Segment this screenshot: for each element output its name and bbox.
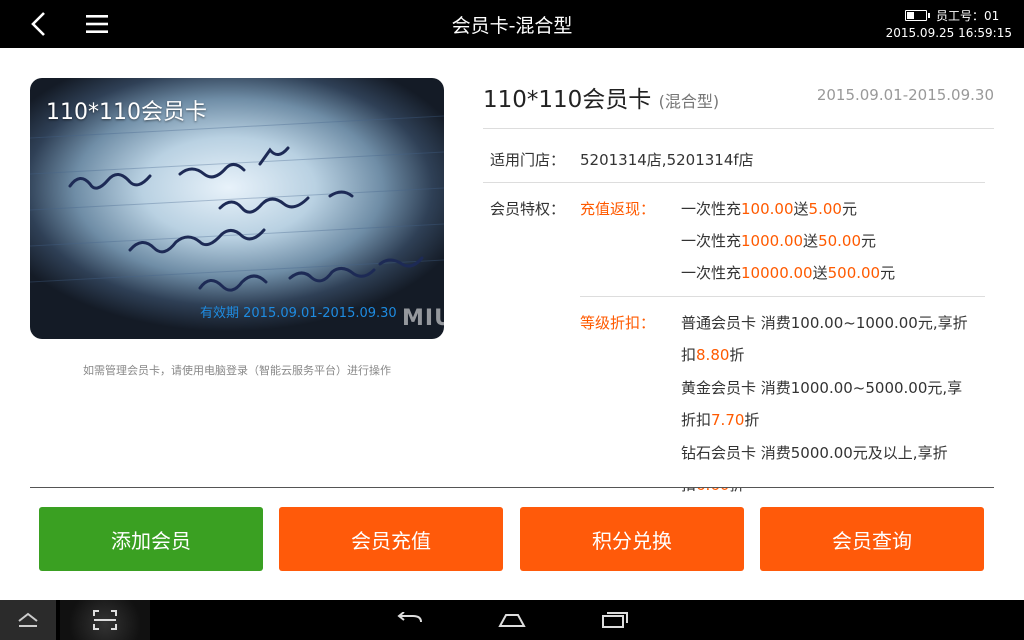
manage-hint: 如需管理会员卡，请使用电脑登录（智能云服务平台）进行操作 (83, 364, 391, 377)
points-exchange-button[interactable]: 积分兑换 (520, 507, 744, 571)
divider-line (483, 182, 985, 183)
system-nav-bar (0, 600, 1024, 640)
divider-line (483, 128, 994, 129)
scan-button[interactable] (60, 600, 150, 640)
discount-label: 等级折扣： (580, 314, 656, 332)
card-validity-overlay: 有效期 2015.09.01-2015.09.30 (200, 306, 397, 321)
nav-home-icon (498, 614, 526, 627)
member-card-image: 110*110会员卡 有效期 2015.09.01-2015.09.30 MIU… (30, 78, 444, 339)
discount-rule-line: 普通会员卡 消费100.00~1000.00元,享折 (681, 314, 968, 332)
discount-rule-line: 折扣7.70折 (681, 411, 760, 429)
discount-rule-line: 钻石会员卡 消费5000.00元及以上,享折 (681, 444, 948, 462)
nav-recent-button[interactable] (590, 600, 640, 640)
stores-label: 适用门店： (490, 151, 566, 169)
card-watermark: MIUI (402, 306, 444, 331)
privileges-label: 会员特权： (490, 200, 566, 218)
recharge-label: 充值返现： (580, 200, 656, 218)
battery-icon (905, 10, 930, 21)
nav-back-button[interactable] (385, 600, 435, 640)
card-period: 2015.09.01-2015.09.30 (816, 86, 994, 104)
nav-back-icon (397, 612, 422, 623)
hide-nav-button[interactable] (0, 600, 56, 640)
scan-icon (93, 610, 117, 630)
stores-value: 5201314店,5201314f店 (580, 151, 754, 169)
employee-id: 员工号：01 (936, 9, 1000, 23)
member-recharge-button[interactable]: 会员充值 (279, 507, 503, 571)
discount-rule-line: 黄金会员卡 消费1000.00~5000.00元,享 (681, 379, 963, 397)
recharge-rule: 一次性充100.00送5.00元 (681, 200, 857, 218)
discount-rule-line: 扣8.80折 (681, 346, 745, 364)
status-datetime: 2015.09.25 16:59:15 (885, 26, 1012, 40)
card-type: (混合型) (658, 92, 720, 111)
battery-level (907, 12, 914, 19)
eject-icon (18, 612, 38, 627)
top-bar: 会员卡-混合型 员工号：01 2015.09.25 16:59:15 (0, 0, 1024, 48)
recharge-rule: 一次性充10000.00送500.00元 (681, 264, 896, 282)
nav-recent-icon (602, 612, 628, 628)
add-member-button[interactable]: 添加会员 (39, 507, 263, 571)
content-divider (30, 487, 994, 488)
member-query-button[interactable]: 会员查询 (760, 507, 984, 571)
card-name-overlay: 110*110会员卡 (46, 100, 207, 125)
page-title: 会员卡-混合型 (451, 15, 573, 37)
card-name: 110*110会员卡 (483, 87, 652, 113)
divider-line (580, 296, 985, 297)
recharge-rule: 一次性充1000.00送50.00元 (681, 232, 877, 250)
nav-home-button[interactable] (487, 600, 537, 640)
card-title: 110*110会员卡 (混合型) (483, 80, 719, 114)
